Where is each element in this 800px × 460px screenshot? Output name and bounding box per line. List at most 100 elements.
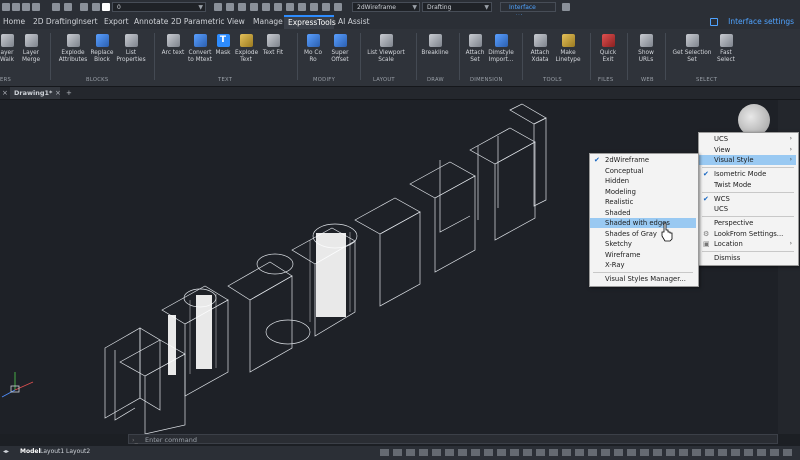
layer-tool-icon[interactable]: [310, 3, 318, 11]
menu-item-sketchy[interactable]: Sketchy: [590, 239, 696, 249]
command-input[interactable]: ›_ Enter command: [128, 434, 778, 444]
doc-tab-drawing1[interactable]: Drawing1*: [10, 87, 60, 99]
make-linetype-button[interactable]: Make Linetype: [554, 34, 582, 63]
close-icon[interactable]: ×: [2, 87, 8, 99]
new-file-icon[interactable]: [2, 3, 10, 11]
layer-tool-icon[interactable]: [286, 3, 294, 11]
menu-item-visual-style[interactable]: Visual Style ›: [699, 155, 796, 166]
redo-icon[interactable]: [64, 3, 72, 11]
layout-nav-icon[interactable]: ◂▸: [3, 446, 9, 458]
layer-tool-icon[interactable]: [274, 3, 282, 11]
tab-annotate[interactable]: Annotate: [134, 15, 168, 29]
visual-style-value: 2dWireframe: [357, 4, 396, 11]
text-fit-button[interactable]: Text Fit: [260, 34, 286, 57]
menu-item-wcs[interactable]: ✔ WCS: [699, 194, 796, 204]
save-icon[interactable]: [22, 3, 30, 11]
add-tab-icon[interactable]: +: [66, 87, 72, 99]
tab-export[interactable]: Export: [104, 15, 129, 29]
tab-insert[interactable]: Insert: [76, 15, 98, 29]
tab-2d-parametric[interactable]: 2D Parametric: [171, 15, 225, 29]
explode-attributes-icon: [66, 34, 80, 47]
menu-item-conceptual[interactable]: Conceptual: [590, 166, 696, 176]
layer-tool-icon[interactable]: [226, 3, 234, 11]
quick-exit-button[interactable]: Quick Exit: [596, 34, 620, 63]
explode-attributes-button[interactable]: Explode Attributes: [58, 34, 88, 63]
ribbon-tabs: Home 2D Drafting Insert Export Annotate …: [0, 15, 800, 29]
menu-item-twist-mode[interactable]: Twist Mode: [699, 180, 796, 190]
sun-icon[interactable]: [92, 3, 100, 11]
group-label-files: FILES: [598, 77, 614, 83]
close-icon[interactable]: ×: [55, 87, 61, 99]
mocoro-icon: [306, 34, 320, 47]
lightbulb-icon[interactable]: [80, 3, 88, 11]
help-icon[interactable]: [562, 3, 570, 11]
super-offset-icon: [333, 34, 347, 47]
tab-2d-drafting[interactable]: 2D Drafting: [33, 15, 76, 29]
interface-settings-button[interactable]: Interface settings: [728, 15, 794, 29]
dimstyle-import-button[interactable]: Dimstyle Import...: [487, 34, 515, 63]
menu-item-shaded-with-edges[interactable]: Shaded with edges: [590, 218, 696, 229]
layer-combo[interactable]: 0 ▼: [112, 2, 206, 12]
menu-item-view[interactable]: View ›: [699, 145, 796, 155]
view-context-menu: UCS › View › Visual Style › ✔ Isometric Mode…: [698, 132, 799, 266]
menu-item-shades-of-gray[interactable]: Shades of Gray: [590, 229, 696, 239]
menu-item-ucs[interactable]: UCS ›: [699, 134, 796, 144]
menu-item-location[interactable]: ▣ Location ›: [699, 239, 796, 249]
status-toggle-icons[interactable]: [380, 449, 795, 456]
layer-tool-icon[interactable]: [214, 3, 222, 11]
menu-item-wireframe[interactable]: Wireframe: [590, 250, 696, 260]
tab-model[interactable]: Model: [20, 446, 41, 458]
layer-tool-icon[interactable]: [322, 3, 330, 11]
menu-item-visual-styles-manager[interactable]: Visual Styles Manager...: [590, 274, 696, 284]
list-properties-button[interactable]: List Properties: [116, 34, 146, 63]
menu-item-realistic[interactable]: Realistic: [590, 197, 696, 207]
tab-layout1[interactable]: Layout1: [40, 446, 64, 458]
open-file-icon[interactable]: [12, 3, 20, 11]
tab-manage[interactable]: Manage: [253, 15, 283, 29]
attach-set-button[interactable]: Attach Set: [463, 34, 487, 63]
layer-tool-icon[interactable]: [238, 3, 246, 11]
explode-text-button[interactable]: Explode Text: [235, 34, 258, 63]
mocoro-button[interactable]: Mo Co Ro: [302, 34, 324, 63]
fast-select-button[interactable]: Fast Select: [712, 34, 740, 63]
undo-icon[interactable]: [52, 3, 60, 11]
list-viewport-scale-button[interactable]: List Viewport Scale: [366, 34, 406, 63]
show-urls-button[interactable]: Show URLs: [633, 34, 659, 63]
super-offset-button[interactable]: Super Offset: [328, 34, 352, 63]
menu-item-isometric-mode[interactable]: ✔ Isometric Mode: [699, 169, 796, 179]
workspace-combo[interactable]: Drafting ▼: [422, 2, 492, 12]
get-selection-set-button[interactable]: Get Selection Set: [671, 34, 713, 63]
convert-to-mtext-button[interactable]: Convert to Mtext: [187, 34, 213, 63]
gear-icon: ⚙: [703, 229, 710, 238]
tab-view[interactable]: View: [227, 15, 245, 29]
menu-item-ucs-2[interactable]: UCS: [699, 204, 796, 214]
menu-item-lookfrom-settings[interactable]: ⚙ LookFrom Settings...: [699, 229, 796, 239]
layer-tool-icon[interactable]: [334, 3, 342, 11]
menu-item-dismiss[interactable]: Dismiss: [699, 253, 796, 263]
interface-settings-icon[interactable]: [710, 18, 718, 26]
arc-text-button[interactable]: Arc text: [160, 34, 186, 57]
layer-tool-icon[interactable]: [262, 3, 270, 11]
print-icon[interactable]: [32, 3, 40, 11]
layer-merge-button[interactable]: Layer Merge: [18, 34, 44, 63]
tab-expresstools[interactable]: ExpressTools: [284, 15, 336, 29]
mask-button[interactable]: T Mask: [214, 34, 232, 57]
replace-block-button[interactable]: Replace Block: [89, 34, 115, 63]
menu-item-perspective[interactable]: Perspective: [699, 218, 796, 228]
menu-item-x-ray[interactable]: X-Ray: [590, 260, 696, 270]
menu-item-modeling[interactable]: Modeling: [590, 187, 696, 197]
layer-walk-button[interactable]: ayer Walk: [0, 34, 14, 63]
visual-style-combo[interactable]: 2dWireframe ▼: [352, 2, 420, 12]
layer-tool-icon[interactable]: [250, 3, 258, 11]
interface-settings-link[interactable]: Interface settings: [500, 2, 556, 21]
globe-icon: [639, 34, 653, 47]
tab-home[interactable]: Home: [3, 15, 25, 29]
breakline-button[interactable]: Breakline: [420, 34, 450, 57]
tab-layout2[interactable]: Layout2: [66, 446, 90, 458]
attach-xdata-button[interactable]: Attach Xdata: [527, 34, 553, 63]
menu-item-2dwireframe[interactable]: ✔ 2dWireframe: [590, 155, 696, 165]
layer-tool-icon[interactable]: [298, 3, 306, 11]
menu-item-hidden[interactable]: Hidden: [590, 176, 696, 186]
tab-ai-assist[interactable]: AI Assist: [338, 15, 370, 29]
menu-item-shaded[interactable]: Shaded: [590, 208, 696, 218]
